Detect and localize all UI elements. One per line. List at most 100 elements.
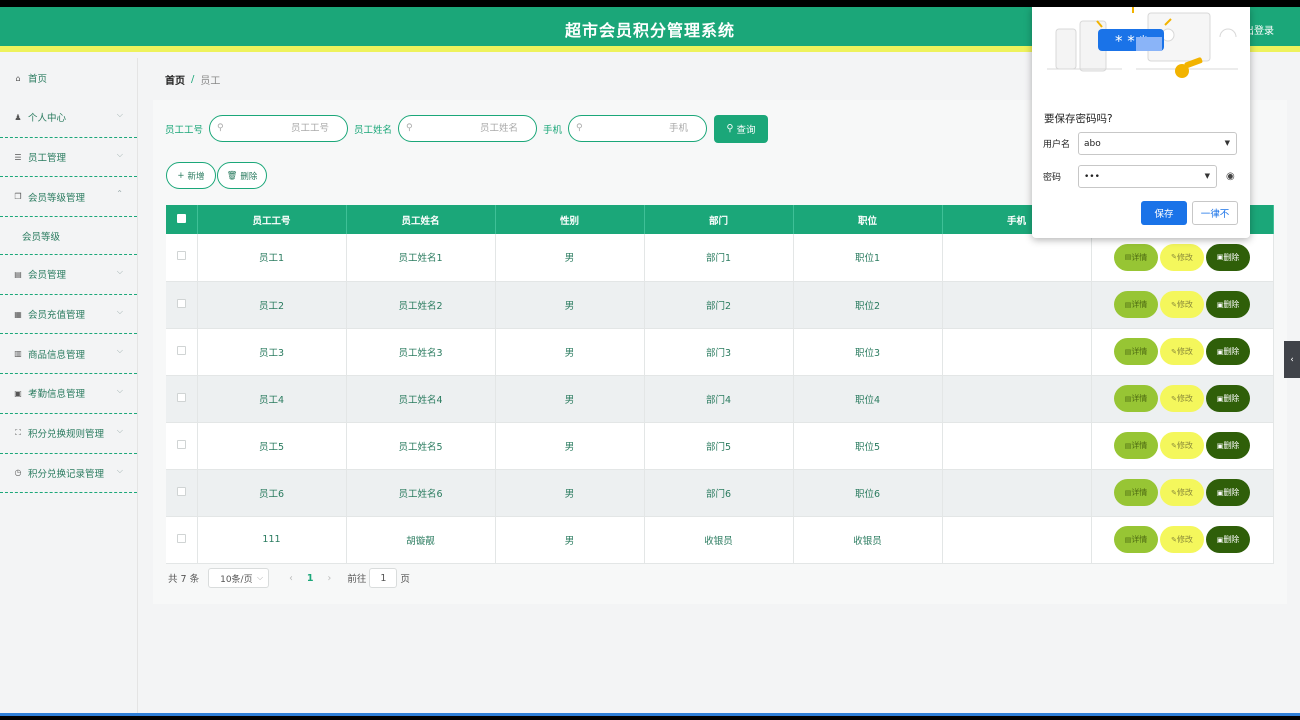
sidebar-item[interactable]: ▣ 考勤信息管理 ⌵	[0, 374, 137, 414]
never-save-button[interactable]: 一律不	[1192, 201, 1238, 225]
detail-button[interactable]: ▤ 详情	[1114, 432, 1158, 459]
search-field-id[interactable]: ⚲	[209, 115, 349, 142]
detail-button[interactable]: ▤ 详情	[1114, 479, 1158, 506]
sidebar-item[interactable]: ☰ 员工管理 ⌵	[0, 138, 137, 178]
table-cell: 职位3	[793, 328, 943, 376]
search-input-phone[interactable]	[569, 123, 707, 134]
prev-page-button[interactable]: ‹	[289, 573, 293, 584]
edit-button[interactable]: ✎ 修改	[1160, 385, 1204, 412]
delete-button[interactable]: ▣ 删除	[1206, 479, 1250, 506]
bulk-delete-button[interactable]: 🗑︎ 删除	[217, 162, 267, 189]
edit-button[interactable]: ✎ 修改	[1160, 432, 1204, 459]
search-input-name[interactable]	[399, 123, 537, 134]
table-cell: 员工姓名5	[346, 422, 496, 470]
delete-button-label: 删除	[1223, 535, 1240, 544]
row-checkbox[interactable]	[176, 486, 186, 496]
row-checkbox[interactable]	[176, 251, 186, 261]
popup-username-row: 用户名 abo ▼	[1043, 132, 1237, 155]
popup-password-field[interactable]: ••• ▼	[1078, 165, 1217, 188]
search-input-id[interactable]	[210, 123, 348, 134]
column-header: 性别	[495, 205, 645, 234]
row-checkbox[interactable]	[176, 345, 186, 355]
row-actions-cell: ▤ 详情 ✎ 修改 ▣ 删除	[1091, 281, 1274, 329]
sidebar-item[interactable]: ▦ 会员充值管理 ⌵	[0, 295, 137, 335]
edit-button[interactable]: ✎ 修改	[1160, 479, 1204, 506]
home-icon: ⌂	[15, 73, 21, 83]
edit-button-label: 修改	[1176, 252, 1193, 262]
row-actions-cell: ▤ 详情 ✎ 修改 ▣ 删除	[1091, 516, 1274, 564]
row-checkbox[interactable]	[176, 298, 186, 308]
chevron-icon: ⌵	[116, 306, 123, 316]
chevron-icon: ⌃	[116, 189, 123, 199]
plus-icon: +	[177, 170, 185, 181]
select-all-checkbox[interactable]	[176, 213, 186, 223]
next-page-button[interactable]: ›	[328, 573, 332, 584]
detail-button[interactable]: ▤ 详情	[1114, 338, 1158, 365]
sidebar-item[interactable]: ▤ 会员管理 ⌵	[0, 255, 137, 295]
pagination: 共 7 条 10条/页 ⌵ ‹ 1 › 前往 1 页	[168, 568, 410, 588]
add-button[interactable]: + 新增	[166, 162, 216, 189]
page-size-select[interactable]: 10条/页 ⌵	[208, 568, 270, 588]
document-icon: ▤	[1124, 347, 1132, 356]
sidebar-item-label: 会员管理	[28, 270, 67, 282]
detail-button[interactable]: ▤ 详情	[1114, 291, 1158, 318]
sidebar-item[interactable]: ❐ 会员等级管理 ⌃	[0, 177, 137, 218]
trash-icon: ▣	[1216, 441, 1224, 450]
edit-button[interactable]: ✎ 修改	[1160, 243, 1204, 271]
collapse-side-tab[interactable]: ‹	[1284, 341, 1300, 378]
table-cell: 职位1	[793, 234, 943, 282]
search-label-id: 员工工号	[165, 124, 204, 136]
detail-button-label: 详情	[1131, 300, 1148, 309]
table-cell	[942, 516, 1092, 564]
delete-button[interactable]: ▣ 删除	[1206, 385, 1250, 412]
sidebar-item[interactable]: ⛶ 积分兑换规则管理 ⌵	[0, 414, 137, 454]
table-row: 员工5 员工姓名5 男部门5 职位5 ▤ 详情 ✎ 修改 ▣ 删除	[166, 422, 1274, 470]
breadcrumb-home[interactable]: 首页	[165, 72, 185, 87]
delete-button[interactable]: ▣ 删除	[1206, 526, 1250, 553]
sidebar-subitem-member-level[interactable]: 会员等级	[0, 217, 137, 256]
document-icon: ▤	[1124, 253, 1132, 262]
table-row: 员工3 员工姓名3 男部门3 职位3 ▤ 详情 ✎ 修改 ▣ 删除	[166, 328, 1274, 376]
caret-down-icon: ▼	[1204, 172, 1210, 180]
sidebar-item-label: 会员等级管理	[28, 192, 86, 204]
column-header: 部门	[644, 205, 794, 234]
table-cell: 员工姓名2	[346, 281, 496, 329]
table-cell: 职位2	[793, 281, 943, 329]
edit-button[interactable]: ✎ 修改	[1160, 526, 1204, 553]
popup-username-select[interactable]: abo ▼	[1078, 132, 1237, 155]
sidebar-item-label: 积分兑换规则管理	[28, 429, 105, 441]
row-checkbox[interactable]	[176, 439, 186, 449]
search-field-phone[interactable]: ⚲	[568, 115, 708, 142]
eye-icon[interactable]: ◉	[1226, 171, 1235, 182]
save-password-button[interactable]: 保存	[1141, 201, 1187, 225]
detail-button-label: 详情	[1131, 347, 1148, 356]
save-password-popup: * * * 要保存密码吗? 用户名 abo ▼ 密码 ••• ▼ ◉ 保存 一律…	[1032, 7, 1250, 238]
delete-button[interactable]: ▣ 删除	[1206, 338, 1250, 365]
page-number[interactable]: 1	[307, 573, 314, 584]
goto-page-input[interactable]: 1	[369, 568, 398, 588]
delete-button[interactable]: ▣ 删除	[1206, 243, 1250, 271]
sidebar-item-label: 员工管理	[28, 153, 67, 165]
row-checkbox[interactable]	[176, 533, 186, 543]
edit-button[interactable]: ✎ 修改	[1160, 338, 1204, 365]
sidebar-item[interactable]: ⌂ 首页	[0, 58, 137, 98]
row-checkbox[interactable]	[176, 392, 186, 402]
table-cell: 员工4	[197, 375, 347, 423]
sidebar-item-label: 首页	[28, 74, 48, 85]
table-cell: 员工2	[197, 281, 347, 329]
edit-button[interactable]: ✎ 修改	[1160, 291, 1204, 318]
detail-button[interactable]: ▤ 详情	[1114, 526, 1158, 553]
sidebar-item[interactable]: ▥ 商品信息管理 ⌵	[0, 334, 137, 375]
table-cell: 男	[495, 328, 645, 376]
search-field-name[interactable]: ⚲	[398, 115, 538, 142]
detail-button[interactable]: ▤ 详情	[1114, 385, 1158, 412]
row-select-cell	[166, 281, 198, 329]
sidebar-item[interactable]: ♟ 个人中心 ⌵	[0, 98, 137, 138]
row-select-cell	[166, 516, 198, 564]
delete-button[interactable]: ▣ 删除	[1206, 291, 1250, 318]
delete-button[interactable]: ▣ 删除	[1206, 432, 1250, 459]
sidebar-item[interactable]: ◷ 积分兑换记录管理 ⌵	[0, 454, 137, 494]
detail-button[interactable]: ▤ 详情	[1114, 243, 1158, 271]
search-button[interactable]: ⚲ 查询	[714, 114, 769, 143]
table-cell: 男	[495, 422, 645, 470]
